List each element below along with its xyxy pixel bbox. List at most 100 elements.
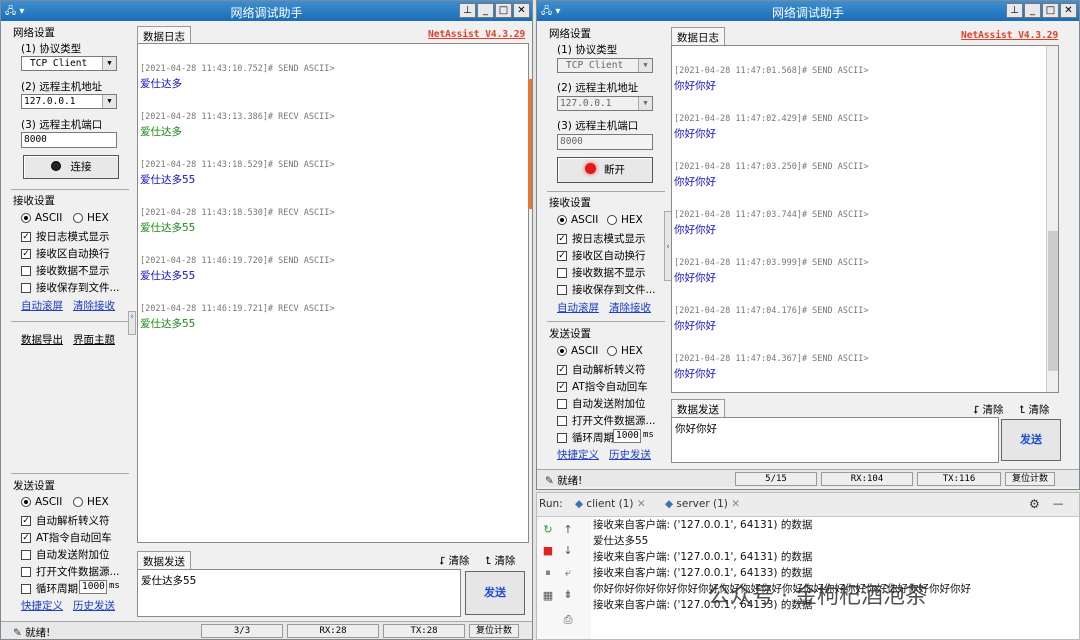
maximize-button[interactable]: □ [495, 3, 512, 18]
maximize-button[interactable]: □ [1042, 3, 1059, 18]
clear-send-button[interactable]: ⮦ 清除 [973, 402, 1004, 417]
history-link[interactable]: 历史发送 [609, 447, 651, 462]
checkbox-icon[interactable] [557, 398, 567, 409]
send-opt-2[interactable]: 自动发送附加位 [21, 547, 110, 562]
clear-send-button[interactable]: ⮦ 清除 [439, 553, 470, 568]
send-opt-0[interactable]: ✓ 自动解析转义符 [557, 362, 646, 377]
send-tab[interactable]: 数据发送 [671, 399, 725, 419]
recv-opt-1[interactable]: ✓ 接收区自动换行 [557, 248, 646, 263]
auto-scroll-link[interactable]: 自动滚屏 [21, 298, 63, 313]
check-icon[interactable]: ✓ [557, 381, 567, 392]
recv-opt-1[interactable]: ✓ 接收区自动换行 [21, 246, 110, 261]
radio-icon[interactable] [73, 497, 83, 507]
checkbox-icon[interactable] [21, 282, 31, 293]
brand-link[interactable]: NetAssist V4.3.29 [428, 29, 525, 40]
cycle-option[interactable]: 循环周期 [21, 581, 78, 596]
send-opt-0[interactable]: ✓ 自动解析转义符 [21, 513, 110, 528]
close-icon[interactable]: ✕ [637, 498, 646, 510]
send-opt-3[interactable]: 打开文件数据源... [21, 564, 120, 579]
send-button[interactable]: 发送 [1001, 419, 1061, 461]
send-opt-2[interactable]: 自动发送附加位 [557, 396, 646, 411]
collapse-handle[interactable]: ‹ [128, 311, 136, 335]
recv-opt-0[interactable]: ✓ 按日志模式显示 [21, 229, 110, 244]
check-icon[interactable]: ✓ [21, 231, 31, 242]
brand-link[interactable]: NetAssist V4.3.29 [961, 30, 1058, 41]
send-hex-radio[interactable]: HEX [73, 496, 109, 508]
radio-icon[interactable] [607, 215, 617, 225]
clear-history-button[interactable]: ⮤ 清除 [485, 553, 516, 568]
checkbox-icon[interactable] [557, 284, 567, 295]
auto-scroll-link[interactable]: 自动滚屏 [557, 300, 599, 315]
print-icon[interactable]: ⎙ [561, 613, 575, 627]
checkbox-icon[interactable] [21, 583, 31, 594]
host-select[interactable]: 127.0.0.1 ▼ [557, 96, 653, 111]
scroll-end-icon[interactable]: ⇟ [561, 588, 575, 602]
clear-history-button[interactable]: ⮤ 清除 [1019, 402, 1050, 417]
radio-icon[interactable] [21, 497, 31, 507]
send-input-area[interactable]: 爱仕达多55 [137, 569, 461, 617]
proto-select[interactable]: TCP Client ▼ [21, 56, 117, 71]
checkbox-icon[interactable] [557, 267, 567, 278]
reset-count-button[interactable]: 复位计数 [1005, 472, 1055, 486]
left-titlebar[interactable]: 🖧 ▾ 网络调试助手 ⊥ _ □ ✕ [1, 1, 532, 21]
port-input[interactable]: 8000 [557, 134, 653, 150]
ui-theme-link[interactable]: 界面主题 [73, 332, 115, 347]
recv-ascii-radio[interactable]: ASCII [21, 212, 62, 224]
recv-ascii-radio[interactable]: ASCII [557, 214, 598, 226]
radio-icon[interactable] [21, 213, 31, 223]
shortcut-link[interactable]: 快捷定义 [21, 598, 63, 613]
disconnect-button[interactable]: 断开 [557, 157, 653, 183]
proto-select[interactable]: TCP Client ▼ [557, 58, 653, 73]
checkbox-icon[interactable] [21, 566, 31, 577]
chevron-down-icon[interactable]: ▼ [102, 57, 116, 70]
reset-count-button[interactable]: 复位计数 [469, 624, 519, 638]
radio-icon[interactable] [557, 215, 567, 225]
close-icon[interactable]: ✕ [731, 498, 740, 510]
recv-hex-radio[interactable]: HEX [607, 214, 643, 226]
scroll-up-icon[interactable]: ↑ [561, 523, 575, 537]
checkbox-icon[interactable] [557, 415, 567, 426]
close-button[interactable]: ✕ [1060, 3, 1077, 18]
send-opt-3[interactable]: 打开文件数据源... [557, 413, 656, 428]
close-button[interactable]: ✕ [513, 3, 530, 18]
pause-icon[interactable]: ⏸ [541, 566, 555, 580]
log-scrollbar[interactable] [1046, 46, 1058, 392]
clear-recv-link[interactable]: 清除接收 [73, 298, 115, 313]
scroll-thumb[interactable] [1048, 231, 1058, 371]
right-titlebar[interactable]: 🖧 ▾ 网络调试助手 ⊥ _ □ ✕ [537, 1, 1079, 21]
stop-icon[interactable]: ■ [541, 544, 555, 558]
radio-icon[interactable] [557, 346, 567, 356]
recv-opt-3[interactable]: 接收保存到文件... [21, 280, 120, 295]
send-ascii-radio[interactable]: ASCII [557, 345, 598, 357]
checkbox-icon[interactable] [21, 549, 31, 560]
pin-icon[interactable]: ⊥ [1006, 3, 1023, 18]
connect-button[interactable]: 连接 [23, 155, 119, 179]
history-link[interactable]: 历史发送 [73, 598, 115, 613]
send-ascii-radio[interactable]: ASCII [21, 496, 62, 508]
recv-opt-2[interactable]: 接收数据不显示 [21, 263, 110, 278]
send-button[interactable]: 发送 [465, 571, 525, 615]
send-hex-radio[interactable]: HEX [607, 345, 643, 357]
check-icon[interactable]: ✓ [557, 233, 567, 244]
cycle-input[interactable]: 1000 [79, 580, 107, 594]
shortcut-link[interactable]: 快捷定义 [557, 447, 599, 462]
cycle-option[interactable]: 循环周期 [557, 430, 614, 445]
check-icon[interactable]: ✓ [21, 248, 31, 259]
send-opt-1[interactable]: ✓ AT指令自动回车 [557, 379, 648, 394]
recv-opt-0[interactable]: ✓ 按日志模式显示 [557, 231, 646, 246]
recv-hex-radio[interactable]: HEX [73, 212, 109, 224]
layout-icon[interactable]: ▦ [541, 589, 555, 603]
chevron-down-icon[interactable]: ▼ [638, 59, 652, 72]
gear-icon[interactable]: ⚙ [1029, 497, 1040, 511]
chevron-down-icon[interactable]: ▼ [102, 95, 116, 108]
clear-recv-link[interactable]: 清除接收 [609, 300, 651, 315]
check-icon[interactable]: ✓ [557, 364, 567, 375]
radio-icon[interactable] [73, 213, 83, 223]
send-tab[interactable]: 数据发送 [137, 551, 191, 571]
check-icon[interactable]: ✓ [557, 250, 567, 261]
minimize-panel-icon[interactable]: — [1053, 498, 1064, 510]
rerun-icon[interactable]: ↻ [541, 523, 555, 537]
chevron-down-icon[interactable]: ▼ [638, 97, 652, 110]
send-input-area[interactable]: 你好你好 [671, 417, 999, 463]
check-icon[interactable]: ✓ [21, 532, 31, 543]
